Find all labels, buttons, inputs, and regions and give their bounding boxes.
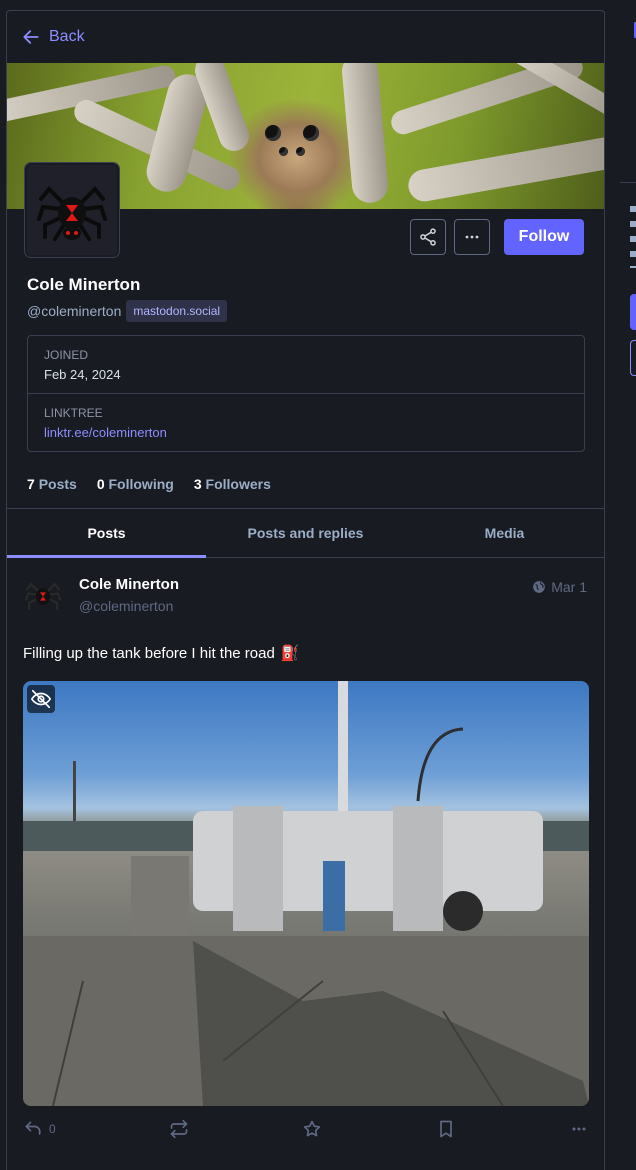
status-header: Cole Minerton @coleminerton [23,575,179,615]
reply-icon [25,1121,41,1135]
posts-label: Posts [38,476,77,492]
profile-counts: 7 Posts 0 Following 3 Followers [27,476,271,492]
reply-count: 0 [49,1122,56,1136]
posts-number: 7 [27,476,35,492]
back-label: Back [49,28,85,45]
status-acct: @coleminerton [79,598,174,614]
sidebar-button-primary[interactable] [630,294,636,330]
domain-badge[interactable]: mastodon.social [126,300,228,322]
status-text: Filling up the tank before I hit the roa… [23,644,275,662]
field-value: Feb 24, 2024 [44,367,121,382]
profile-display-name: Cole Minerton [27,275,141,294]
boost-button[interactable] [169,1119,189,1139]
column-header: Back [7,11,604,63]
tab-media[interactable]: Media [405,509,604,557]
bookmark-button[interactable] [436,1119,456,1139]
posts-count[interactable]: 7 Posts [27,476,77,492]
eye-slash-icon [30,689,52,709]
status-names: Cole Minerton @coleminerton [79,575,179,615]
gas-station-photo [23,681,589,1106]
share-button[interactable] [410,219,446,255]
profile-fields: Joined Feb 24, 2024 Linktree linktr.ee/c… [27,335,585,452]
black-widow-spider-icon [25,582,61,610]
more-options-button[interactable] [454,219,490,255]
status-display-name[interactable]: Cole Minerton [79,576,179,593]
follow-button[interactable]: Follow [504,219,584,255]
repeat-icon [170,1119,188,1139]
profile-acct: @coleminerton [27,303,122,319]
field-name: Joined [44,348,89,362]
right-sidebar-edge [620,0,636,1159]
star-icon [304,1120,321,1137]
status-time-label: Mar 1 [551,579,587,595]
followers-number: 3 [193,476,202,492]
favourite-button[interactable] [302,1119,322,1139]
status-more-button[interactable] [569,1119,589,1139]
sidebar-text-fragment [630,206,636,268]
tab-posts[interactable]: Posts [7,509,206,558]
followers-count[interactable]: 3 Followers [194,476,271,492]
sidebar-button-secondary[interactable] [630,340,636,376]
field-linktree: Linktree linktr.ee/coleminerton [28,393,584,451]
ellipsis-icon [572,1127,586,1131]
profile-names: Cole Minerton @coleminerton mastodon.soc… [27,275,228,322]
profile-column: Back Follow Cole Minerton @coleminerton … [6,10,605,1170]
following-number: 0 [96,476,105,492]
bookmark-icon [439,1120,452,1138]
status-action-bar: 0 [23,1119,589,1139]
status-content: Filling up the tank before I hit the roa… [23,644,300,663]
sidebar-divider [620,182,636,183]
followers-label: Followers [205,476,271,492]
profile-account-row: @coleminerton mastodon.social [27,300,228,322]
reply-button[interactable]: 0 [23,1119,56,1139]
media-attachment[interactable] [23,681,589,1106]
ellipsis-icon [465,235,479,239]
fuel-pump-emoji: ⛽ [280,645,300,662]
following-label: Following [108,476,174,492]
tab-posts-and-replies[interactable]: Posts and replies [206,509,405,557]
profile-actions: Follow [410,219,584,255]
share-icon [420,228,436,246]
arrow-left-icon [23,30,39,44]
following-count[interactable]: 0 Following [97,476,174,492]
field-name: Linktree [44,406,103,420]
linktree-link[interactable]: linktr.ee/coleminerton [44,425,568,440]
hide-media-button[interactable] [27,685,55,713]
profile-avatar[interactable] [24,162,120,258]
globe-icon [533,581,546,593]
black-widow-spider-icon [37,186,107,241]
status-time[interactable]: Mar 1 [532,579,587,595]
status-avatar[interactable] [23,575,63,615]
field-joined: Joined Feb 24, 2024 [28,336,584,393]
profile-tabs: Posts Posts and replies Media [7,508,604,558]
back-button[interactable]: Back [21,27,85,47]
